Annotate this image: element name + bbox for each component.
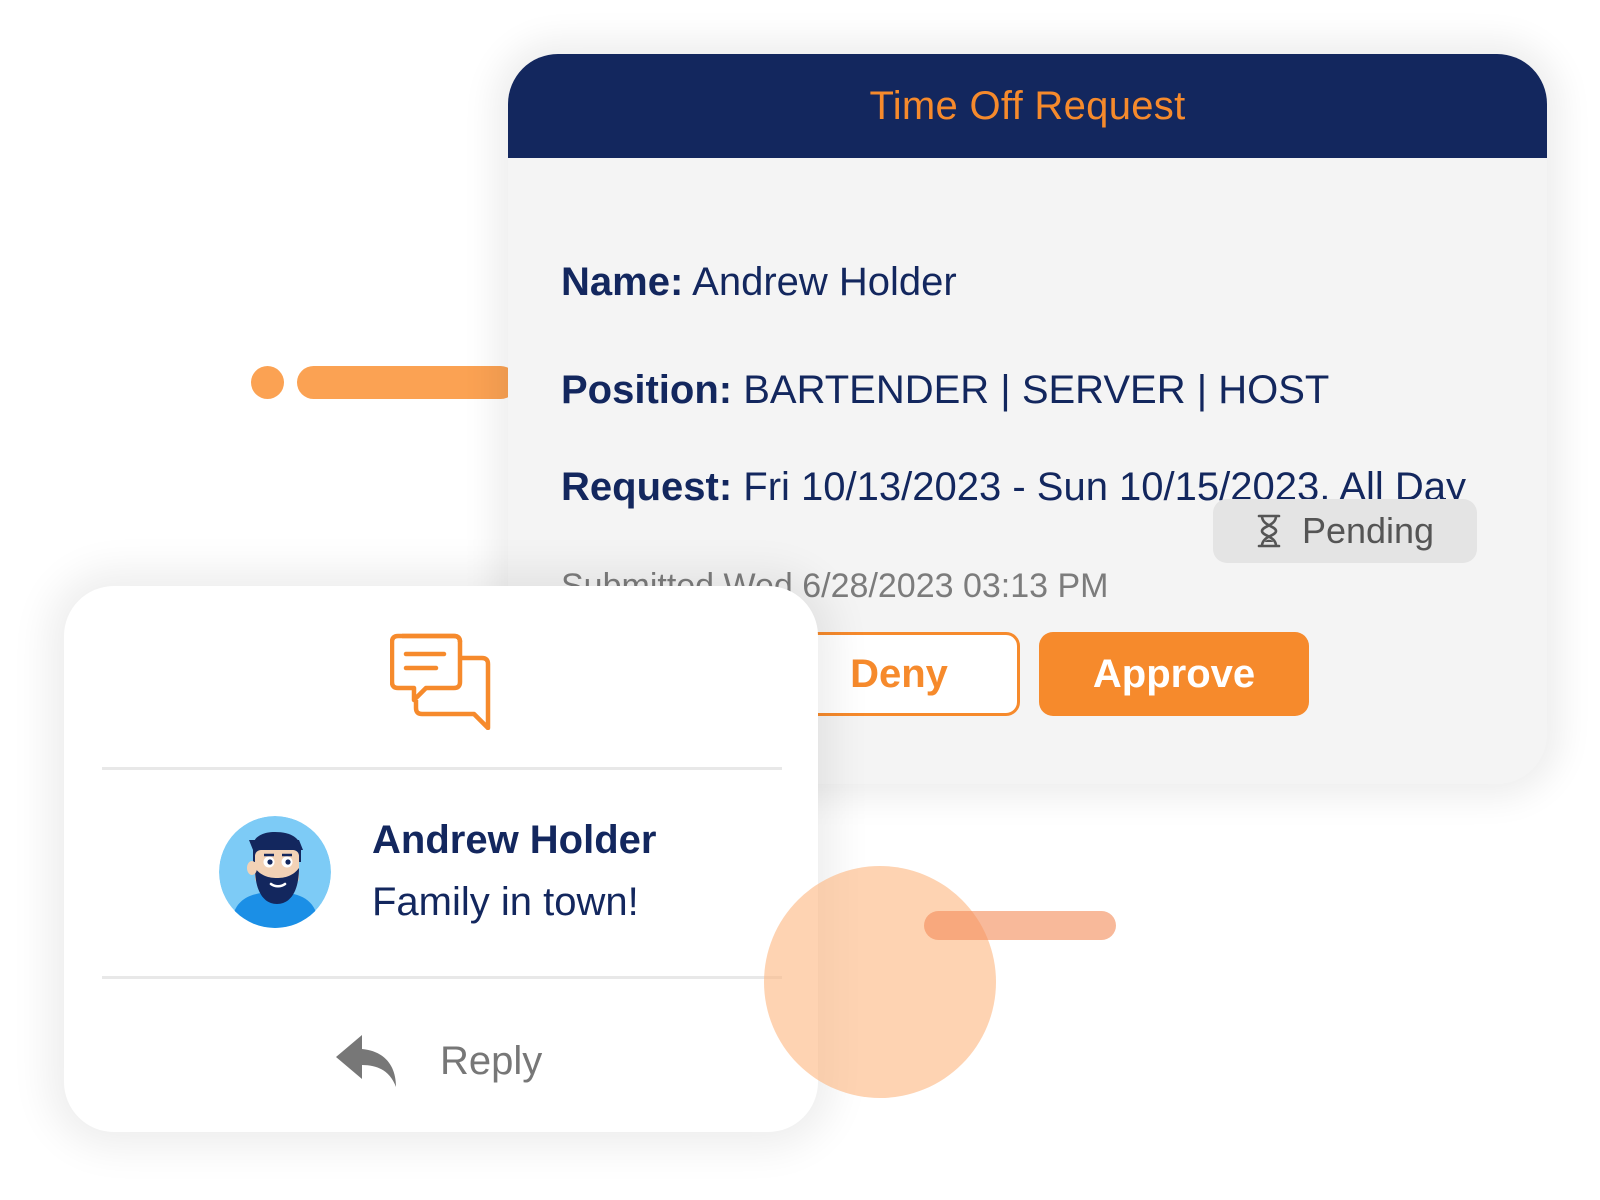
message-text: Family in town! [372, 880, 639, 924]
reply-button[interactable]: Reply [334, 1026, 542, 1096]
divider [102, 976, 782, 979]
decorative-bar [924, 911, 1116, 940]
avatar [219, 816, 331, 928]
bearded-man-avatar [219, 816, 331, 928]
name-value: Andrew Holder [692, 260, 957, 304]
position-value: BARTENDER | SERVER | HOST [743, 368, 1330, 412]
decorative-circle [764, 866, 996, 1098]
status-label: Pending [1301, 510, 1435, 551]
sender-name: Andrew Holder [372, 818, 657, 862]
employee-name-field: Name: Andrew Holder [561, 260, 957, 305]
request-card-header: Time Off Request [508, 54, 1547, 158]
request-label: Request: [561, 465, 733, 509]
chat-bubbles-icon [390, 633, 491, 730]
reply-label: Reply [440, 1038, 543, 1083]
divider [102, 767, 782, 770]
position-label: Position: [561, 368, 733, 412]
message-card: Andrew Holder Family in town! Reply [64, 586, 818, 1132]
status-badge: Pending [1213, 499, 1477, 563]
decorative-dot [251, 366, 284, 399]
decorative-connector-bar [297, 366, 517, 399]
name-label: Name: [561, 260, 684, 304]
reply-arrow-icon [336, 1035, 396, 1087]
approve-button[interactable]: Approve [1039, 632, 1309, 716]
stage: Time Off Request Name: Andrew Holder Pos… [0, 0, 1600, 1200]
employee-position-field: Position: BARTENDER | SERVER | HOST [561, 368, 1329, 413]
hourglass-icon [1257, 514, 1281, 548]
request-card-title: Time Off Request [869, 83, 1186, 128]
